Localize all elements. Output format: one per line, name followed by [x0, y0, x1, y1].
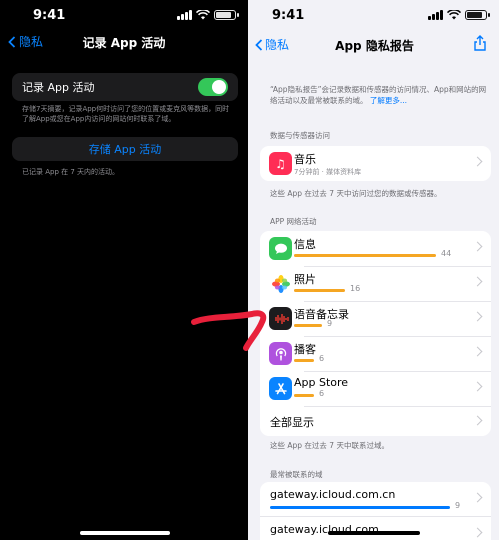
- status-time: 9:41: [272, 8, 305, 23]
- activity-bar: [294, 289, 345, 292]
- app-name: 语音备忘录: [294, 308, 349, 321]
- home-indicator: [80, 531, 170, 535]
- record-activity-description: 存储7天摘要，记录App何时访问了您的位置或麦克风等数据，同时了解App或您在A…: [22, 105, 230, 123]
- chevron-right-icon: [472, 346, 483, 357]
- cellular-signal-icon: [177, 10, 192, 20]
- chevron-right-icon: [472, 381, 483, 392]
- activity-bar: [294, 254, 436, 257]
- list-item-app-store[interactable]: App Store 6: [260, 371, 491, 406]
- record-app-activity-screen: 9:41 隐私 记录 App 活动 记录 App 活动 存储7天摘要，记录App…: [0, 0, 248, 540]
- show-all-row[interactable]: 全部显示: [260, 406, 491, 436]
- domain-name: gateway.icloud.com.cn: [270, 488, 396, 501]
- chevron-right-icon: [472, 527, 483, 538]
- share-icon[interactable]: [473, 35, 487, 51]
- cellular-signal-icon: [428, 10, 443, 20]
- page-title: 记录 App 活动: [82, 36, 166, 50]
- list-item-domain[interactable]: gateway.icloud.com: [260, 516, 491, 540]
- battery-icon: [214, 10, 239, 20]
- activity-count: 6: [319, 354, 325, 363]
- app-name: App Store: [294, 376, 349, 389]
- record-activity-toggle[interactable]: [198, 78, 228, 96]
- sensor-access-card: ♫ 音乐 7分钟前 · 媒体资料库: [260, 146, 491, 181]
- chevron-right-icon: [472, 156, 483, 167]
- app-name: 音乐: [294, 153, 316, 166]
- music-icon: ♫: [269, 152, 292, 175]
- battery-icon: [465, 10, 490, 20]
- record-activity-row: 记录 App 活动: [12, 73, 238, 101]
- screenshot-composite: 9:41 隐私 记录 App 活动 记录 App 活动 存储7天摘要，记录App…: [0, 0, 499, 540]
- sensor-section-footer: 这些 App 在过去 7 天中访问过您的数据或传感器。: [270, 189, 442, 198]
- app-name: 播客: [294, 343, 316, 356]
- app-store-icon: [269, 377, 292, 400]
- app-name: 照片: [294, 273, 316, 286]
- privacy-report-screen: 9:41 隐私 App 隐私报告 “App隐私报告”会记录数据和传感器的访问情况…: [250, 0, 499, 540]
- wifi-icon: [447, 10, 461, 20]
- home-indicator: [328, 531, 420, 535]
- show-all-label: 全部显示: [270, 416, 314, 429]
- chevron-right-icon: [472, 311, 483, 322]
- activity-count: 9: [327, 319, 333, 328]
- activity-footnote: 已记录 App 在 7 天内的活动。: [22, 168, 120, 176]
- messages-icon: [269, 237, 292, 260]
- record-activity-label: 记录 App 活动: [22, 81, 95, 94]
- podcasts-icon: [269, 342, 292, 365]
- network-section-header: APP 网络活动: [270, 217, 317, 226]
- network-section-footer: 这些 App 在过去 7 天中联系过域。: [270, 441, 389, 450]
- page-title: App 隐私报告: [335, 39, 414, 53]
- list-item-photos[interactable]: 照片 16: [260, 266, 491, 301]
- chevron-right-icon: [472, 492, 483, 503]
- domains-section-header: 最常被联系的域: [270, 470, 323, 479]
- activity-count: 16: [350, 284, 361, 293]
- nav-bar: 隐私 记录 App 活动: [0, 33, 248, 53]
- activity-bar: [294, 359, 314, 362]
- list-item-messages[interactable]: 信息 44: [260, 231, 491, 266]
- chevron-right-icon: [472, 276, 483, 287]
- save-app-activity-button[interactable]: 存储 App 活动: [12, 137, 238, 161]
- activity-count: 44: [441, 249, 452, 258]
- list-item-music[interactable]: ♫ 音乐 7分钟前 · 媒体资料库: [260, 146, 491, 181]
- photos-icon: [269, 272, 292, 295]
- domain-count: 9: [455, 501, 461, 510]
- domain-activity-bar: [270, 506, 450, 509]
- status-bar: 9:41: [0, 6, 248, 26]
- learn-more-link[interactable]: 了解更多...: [370, 96, 407, 105]
- sensor-section-header: 数据与传感器访问: [270, 131, 330, 140]
- app-access-detail: 7分钟前 · 媒体资料库: [294, 168, 362, 176]
- nav-bar: 隐私 App 隐私报告: [250, 35, 499, 56]
- network-activity-card: 信息 44 照片 16 语音备忘录 9 播客 6 App Store 6 全部显…: [260, 231, 491, 436]
- list-item-voice-memos[interactable]: 语音备忘录 9: [260, 301, 491, 336]
- app-name: 信息: [294, 238, 316, 251]
- wifi-icon: [196, 10, 210, 20]
- activity-bar: [294, 394, 314, 397]
- voice-memos-icon: [269, 307, 292, 330]
- list-item-podcasts[interactable]: 播客 6: [260, 336, 491, 371]
- list-item-domain[interactable]: gateway.icloud.com.cn 9: [260, 482, 491, 516]
- chevron-right-icon: [472, 241, 483, 252]
- status-time: 9:41: [33, 8, 66, 23]
- activity-count: 6: [319, 389, 325, 398]
- chevron-right-icon: [472, 415, 483, 426]
- activity-bar: [294, 324, 322, 327]
- status-bar: 9:41: [250, 6, 499, 26]
- report-intro: “App隐私报告”会记录数据和传感器的访问情况、App和网站的网络活动以及最常被…: [270, 84, 489, 106]
